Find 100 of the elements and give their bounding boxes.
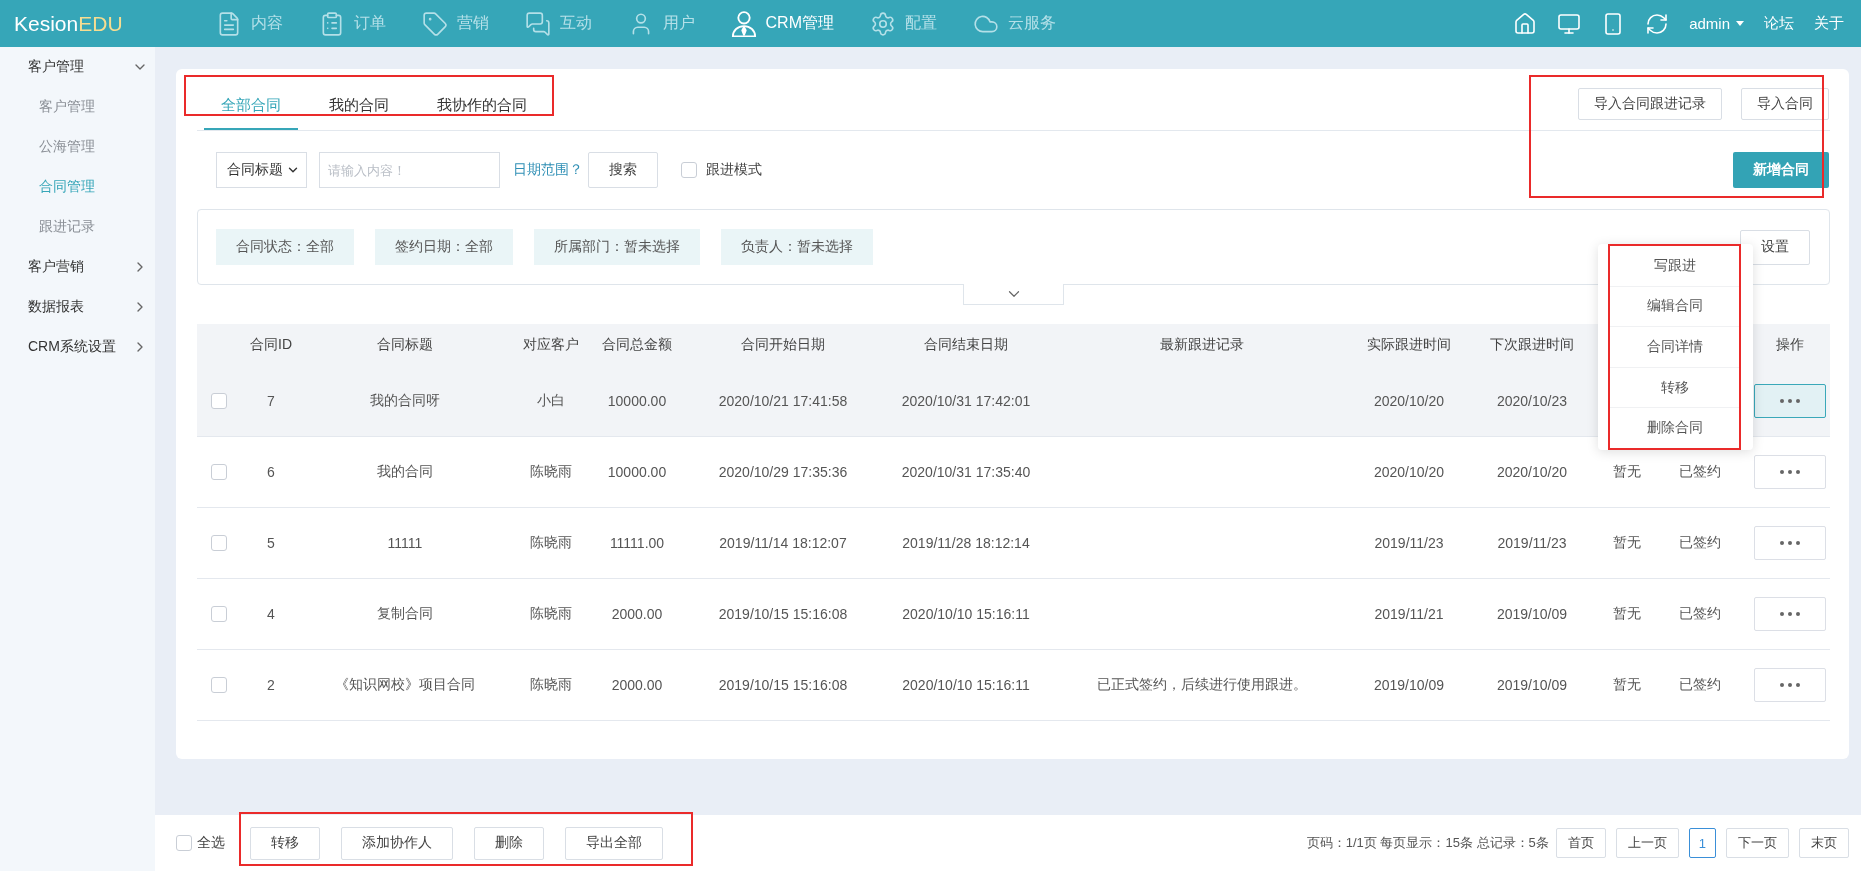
table-cell: 2020/10/23 xyxy=(1496,393,1568,409)
table-cell: 2020/10/29 17:35:36 xyxy=(718,464,848,480)
tag-icon xyxy=(421,10,448,37)
table-cell: 2019/11/21 xyxy=(1374,606,1444,622)
sidebar-item[interactable]: 客户营销 xyxy=(0,247,155,287)
filter-chip[interactable]: 所属部门：暂未选择 xyxy=(534,229,700,265)
table-cell: 7 xyxy=(267,393,275,409)
table-cell: 陈晓雨 xyxy=(530,676,572,694)
table-cell: 已签约 xyxy=(1679,605,1721,623)
tab[interactable]: 我协作的合同 xyxy=(420,69,544,130)
table-cell: 2019/11/14 18:12:07 xyxy=(719,535,847,551)
filter-chip[interactable]: 负责人：暂未选择 xyxy=(721,229,873,265)
chat-bubbles-icon xyxy=(524,10,551,37)
bulk-action-button[interactable]: 导出全部 xyxy=(565,826,663,860)
table-cell: 已正式签约，后续进行使用跟进。 xyxy=(1097,676,1307,694)
column-header: 合同总金额 xyxy=(601,336,673,354)
row-checkbox[interactable] xyxy=(210,535,227,551)
column-header: 实际跟进时间 xyxy=(1366,336,1452,354)
table-cell: 6 xyxy=(267,464,275,480)
table-cell: 《知识网校》项目合同 xyxy=(335,676,475,694)
tab[interactable]: 我的合同 xyxy=(312,69,406,130)
sidebar-item[interactable]: CRM系统设置 xyxy=(0,327,155,367)
column-header: 合同开始日期 xyxy=(740,336,826,354)
table-cell: 2019/10/15 15:16:08 xyxy=(718,606,848,622)
table-cell: 2020/10/31 17:35:40 xyxy=(901,464,1031,480)
import-button[interactable]: 导入合同 xyxy=(1741,88,1829,120)
table-cell: 已签约 xyxy=(1679,534,1721,552)
follow-mode-checkbox[interactable] xyxy=(681,162,697,178)
follow-mode-label: 跟进模式 xyxy=(706,161,762,179)
table-cell: 陈晓雨 xyxy=(530,605,572,623)
table-cell: 已签约 xyxy=(1679,463,1721,481)
row-checkbox[interactable] xyxy=(210,606,227,622)
table-cell: 2 xyxy=(267,677,275,693)
more-icon xyxy=(1780,612,1800,616)
table-cell: 11111.00 xyxy=(609,535,665,551)
menu-item[interactable]: 转移 xyxy=(1610,367,1739,409)
page-button[interactable]: 首页 xyxy=(1555,828,1606,858)
table-cell: 陈晓雨 xyxy=(530,534,572,552)
table-cell: 小白 xyxy=(537,392,565,410)
search-button[interactable]: 搜索 xyxy=(588,152,658,188)
bulk-action-button[interactable]: 转移 xyxy=(250,826,320,860)
filter-chip[interactable]: 签约日期：全部 xyxy=(375,229,513,265)
menu-item[interactable]: 编辑合同 xyxy=(1610,286,1739,328)
table-cell: 已签约 xyxy=(1679,676,1721,694)
settings-icon xyxy=(870,10,896,37)
row-checkbox[interactable] xyxy=(210,677,227,693)
table-cell: 2020/10/31 17:42:01 xyxy=(901,393,1031,409)
home-icon[interactable] xyxy=(1513,11,1538,36)
table-cell: 暂无 xyxy=(1613,676,1641,694)
column-header: 对应客户 xyxy=(522,336,580,354)
select-all-label: 全选 xyxy=(197,834,225,852)
table-cell: 2020/10/20 xyxy=(1373,393,1445,409)
row-checkbox[interactable] xyxy=(210,393,227,409)
menu-item[interactable]: 写跟进 xyxy=(1610,246,1739,287)
table-cell: 暂无 xyxy=(1613,605,1641,623)
page-button[interactable]: 下一页 xyxy=(1726,828,1789,858)
page-button[interactable]: 上一页 xyxy=(1615,828,1679,858)
more-icon xyxy=(1780,470,1800,474)
page-button[interactable]: 1 xyxy=(1688,828,1716,858)
sidebar-item[interactable]: 数据报表 xyxy=(0,287,155,327)
field-select[interactable]: 合同标题 xyxy=(216,152,307,188)
table-cell: 2019/10/09 xyxy=(1496,677,1568,693)
table-cell: 我的合同呀 xyxy=(370,392,440,410)
table-cell: 暂无 xyxy=(1613,534,1641,552)
table-cell: 2019/10/09 xyxy=(1373,677,1445,693)
table-cell: 暂无 xyxy=(1613,463,1641,481)
column-header: 合同标题 xyxy=(376,336,434,354)
table-cell: 5 xyxy=(267,535,275,551)
table-cell: 陈晓雨 xyxy=(530,463,572,481)
expand-toggle[interactable] xyxy=(963,284,1064,305)
column-header: 操作 xyxy=(1775,336,1805,354)
table-cell: 2019/11/23 xyxy=(1374,535,1444,551)
refresh-icon[interactable] xyxy=(1645,11,1670,36)
table-cell: 2020/10/10 15:16:11 xyxy=(902,677,1030,693)
sidebar-item[interactable]: 客户管理 xyxy=(0,47,155,87)
table-cell: 2000.00 xyxy=(611,677,663,693)
import-button[interactable]: 导入合同跟进记录 xyxy=(1578,88,1722,120)
column-header: 合同结束日期 xyxy=(923,336,1009,354)
page-summary: 页码：1/1页 每页显示：15条 总记录：5条 xyxy=(1306,834,1549,852)
bulk-action-button[interactable]: 添加协作人 xyxy=(341,826,453,860)
search-input[interactable]: 请输入内容！ xyxy=(319,152,500,188)
monitor-icon[interactable] xyxy=(1557,11,1582,36)
table-cell: 2019/11/28 18:12:14 xyxy=(902,535,1030,551)
table-cell: 2000.00 xyxy=(611,606,663,622)
table-cell: 复制合同 xyxy=(377,605,433,623)
page-button[interactable]: 末页 xyxy=(1799,828,1849,858)
filter-chip[interactable]: 合同状态：全部 xyxy=(216,229,354,265)
more-icon xyxy=(1780,541,1800,545)
date-range-link[interactable]: 日期范围？ xyxy=(513,161,583,179)
table-cell: 我的合同 xyxy=(377,463,433,481)
table-cell: 2019/11/23 xyxy=(1497,535,1567,551)
bulk-action-button[interactable]: 删除 xyxy=(474,826,544,860)
table-cell: 2020/10/21 17:41:58 xyxy=(718,393,848,409)
menu-item[interactable]: 合同详情 xyxy=(1610,327,1739,368)
table-cell: 2019/10/09 xyxy=(1496,606,1568,622)
more-button[interactable] xyxy=(1754,384,1826,418)
row-checkbox[interactable] xyxy=(210,464,227,480)
caret-icon xyxy=(1736,21,1744,26)
table-cell: 2020/10/20 xyxy=(1496,464,1568,480)
select-all-checkbox[interactable] xyxy=(176,835,192,851)
